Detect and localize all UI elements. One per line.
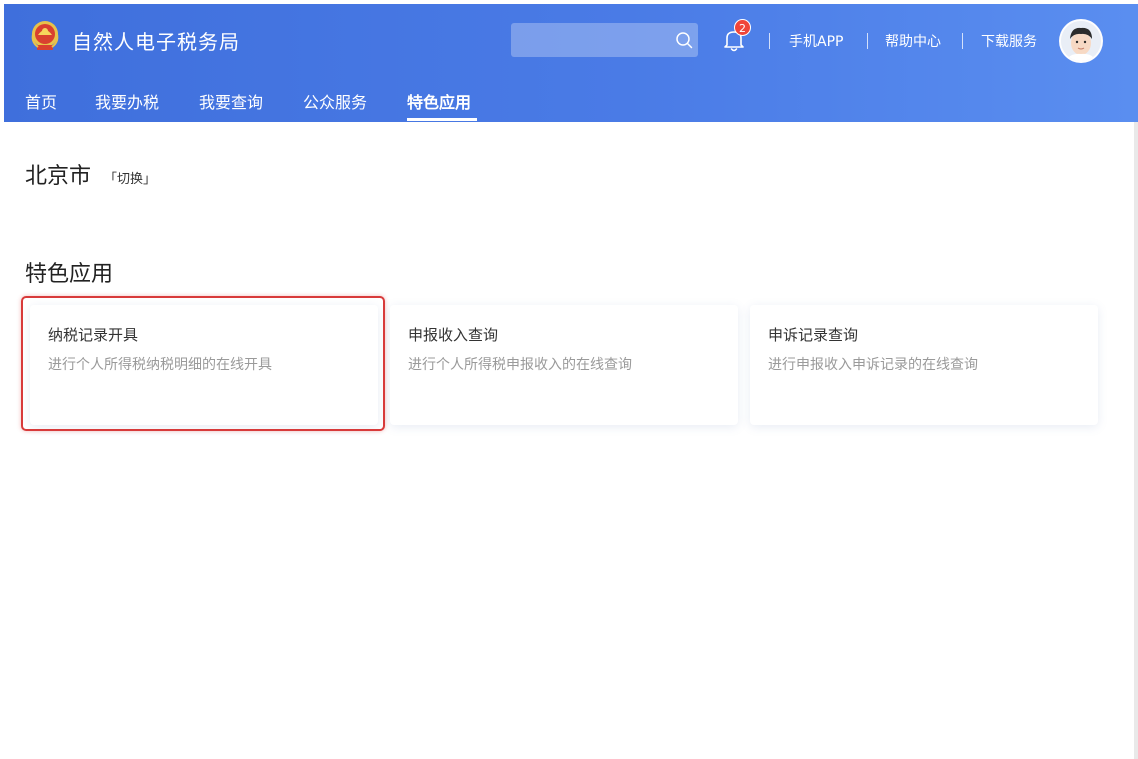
divider [867,33,868,49]
nav-home[interactable]: 首页 [25,89,57,113]
nav-public-service[interactable]: 公众服务 [303,89,367,113]
download-service-link[interactable]: 下载服务 [981,31,1037,51]
switch-city-link[interactable]: 「切换」 [104,168,156,187]
help-center-link[interactable]: 帮助中心 [885,31,941,51]
card-title: 纳税记录开具 [48,326,139,344]
divider [962,33,963,49]
tax-emblem-icon[interactable] [28,19,62,59]
mobile-app-link[interactable]: 手机APP [789,31,843,51]
card-appeal-query[interactable]: 申诉记录查询 进行申报收入申诉记录的在线查询 [750,305,1098,425]
search-icon[interactable] [675,31,693,49]
nav-tax-handling[interactable]: 我要办税 [95,89,159,113]
notification-badge[interactable]: 2 [734,19,751,36]
nav-query[interactable]: 我要查询 [199,89,263,113]
card-title: 申报收入查询 [408,326,499,344]
divider [769,33,770,49]
card-description: 进行申报收入申诉记录的在线查询 [768,357,978,373]
top-header: 自然人电子税务局 2 手机APP 帮助中心 下载服务 首页 我要办税 我要查询 … [4,4,1138,122]
card-description: 进行个人所得税申报收入的在线查询 [408,357,632,373]
section-title: 特色应用 [25,262,114,287]
app-title: 自然人电子税务局 [72,30,240,54]
card-income-query[interactable]: 申报收入查询 进行个人所得税申报收入的在线查询 [390,305,738,425]
current-city: 北京市 [25,164,92,189]
user-avatar[interactable] [1059,19,1103,63]
search-input[interactable] [511,23,698,57]
active-nav-indicator [407,118,477,121]
card-title: 申诉记录查询 [768,326,859,344]
card-tax-record[interactable]: 纳税记录开具 进行个人所得税纳税明细的在线开具 [30,305,378,425]
card-description: 进行个人所得税纳税明细的在线开具 [48,357,272,373]
user-avatar-icon [1061,21,1101,61]
nav-featured-apps[interactable]: 特色应用 [407,89,471,113]
scrollbar-track[interactable] [1134,122,1138,759]
